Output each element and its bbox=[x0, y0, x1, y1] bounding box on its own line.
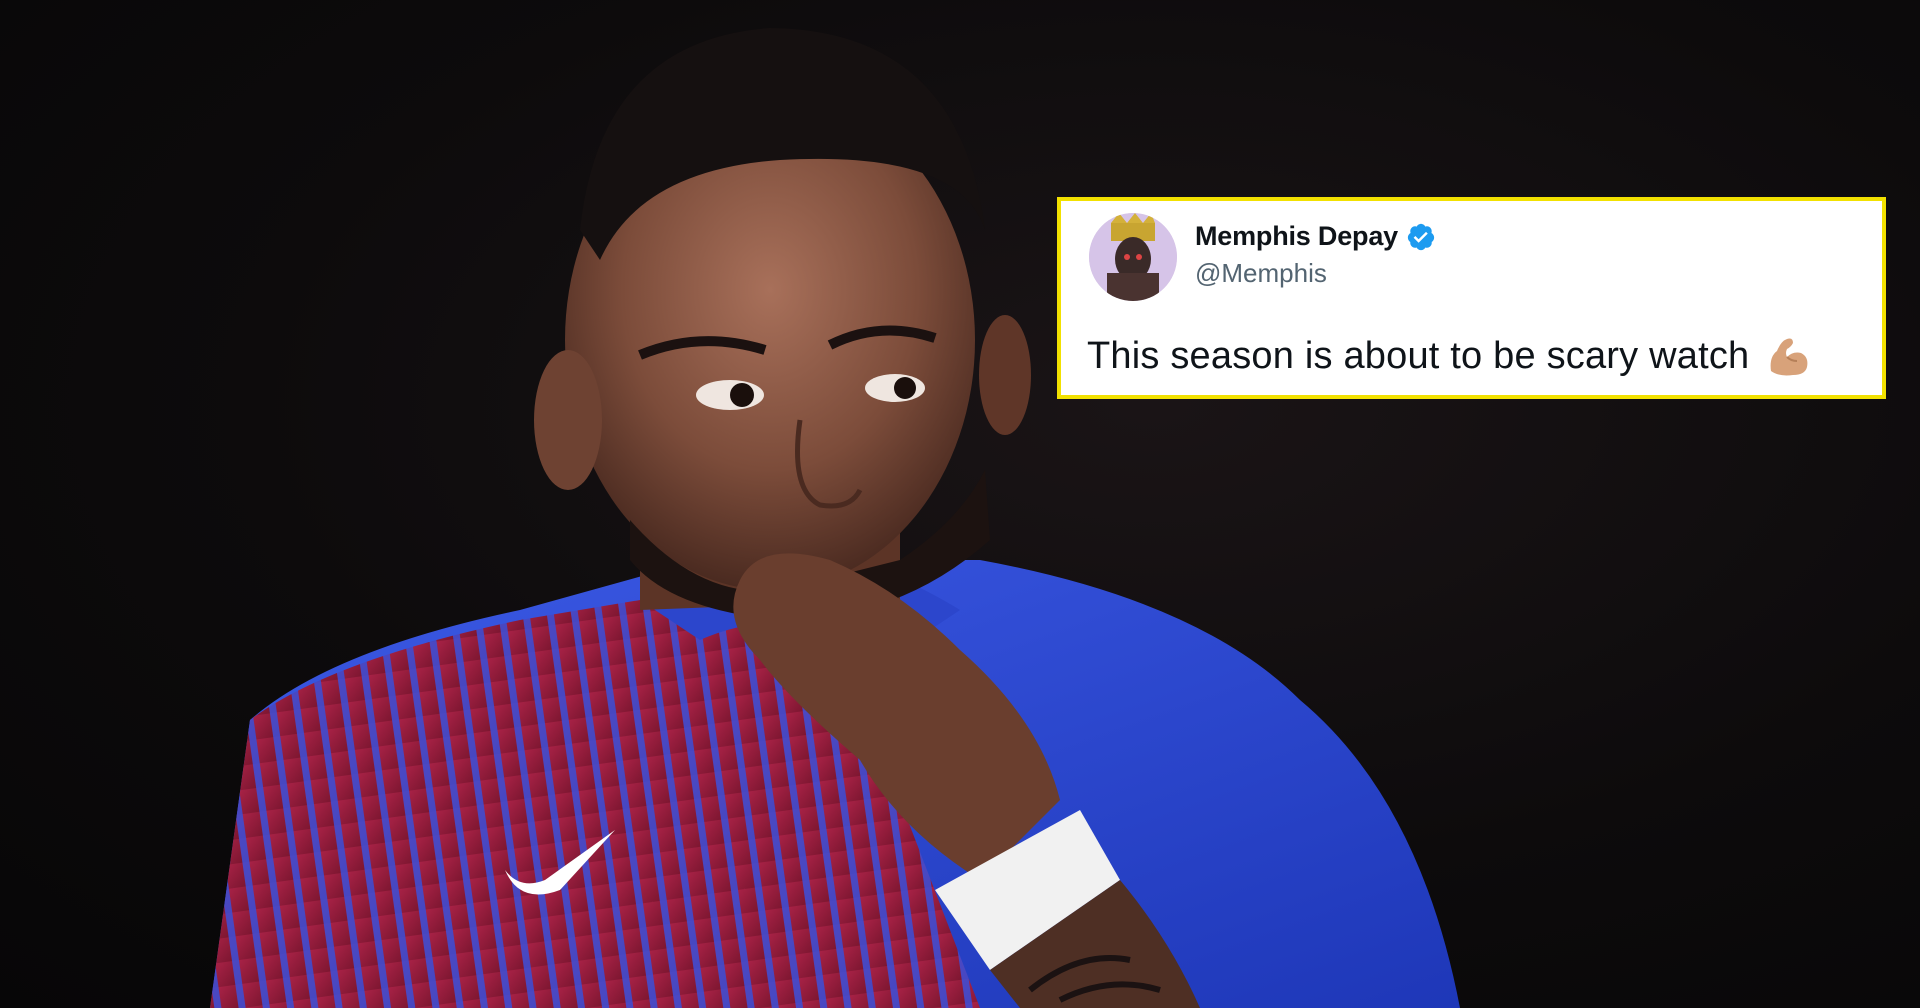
ear-right bbox=[979, 315, 1031, 435]
photo-scene: Memphis Depay @Memphis This season is ab… bbox=[0, 0, 1920, 1008]
verified-badge-icon bbox=[1407, 223, 1435, 250]
display-name[interactable]: Memphis Depay bbox=[1195, 221, 1398, 252]
tweet-card[interactable]: Memphis Depay @Memphis This season is ab… bbox=[1057, 197, 1886, 399]
name-row: Memphis Depay bbox=[1195, 221, 1436, 252]
flexed-biceps-icon bbox=[1770, 338, 1808, 376]
avatar[interactable] bbox=[1089, 213, 1177, 301]
handle[interactable]: @Memphis bbox=[1195, 258, 1327, 289]
player-photo bbox=[210, 28, 1460, 1008]
tweet-text-content: This season is about to be scary watch bbox=[1087, 334, 1750, 377]
avatar-image bbox=[1089, 213, 1177, 301]
tweet-text: This season is about to be scary watch bbox=[1087, 331, 1813, 381]
ear bbox=[534, 350, 602, 490]
